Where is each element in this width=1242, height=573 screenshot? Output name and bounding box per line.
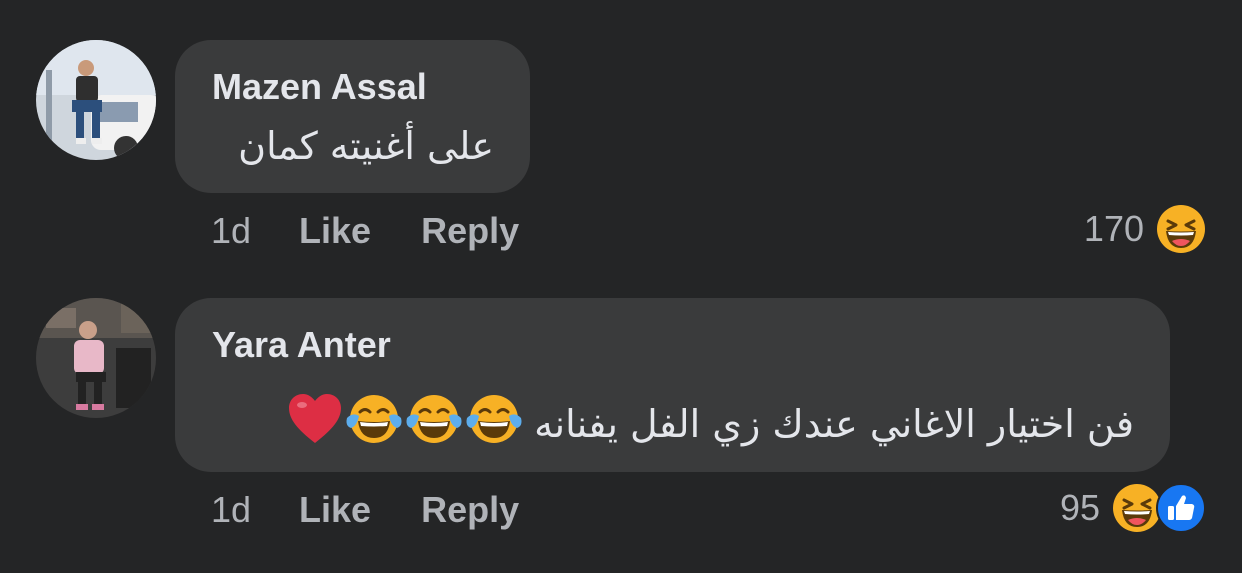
avatar[interactable]	[36, 298, 156, 418]
red-heart-icon	[287, 393, 343, 454]
like-button[interactable]: Like	[299, 489, 371, 531]
reaction-count: 95	[1059, 487, 1100, 528]
comment-text-row: فن اختيار الاغاني عندك زي الفل يفنانه	[286, 392, 1134, 455]
comment-bubble: Yara Anter فن اختيار الاغاني عندك زي الف…	[175, 298, 1170, 472]
tears-of-joy-icon	[405, 392, 463, 455]
comment-actions: 1d Like Reply	[211, 489, 519, 531]
comment-text: فن اختيار الاغاني عندك زي الفل يفنانه	[534, 401, 1134, 446]
reaction-summary[interactable]: 95	[1060, 483, 1206, 533]
author-name[interactable]: Yara Anter	[212, 324, 391, 366]
comment-yara-anter: Yara Anter فن اختيار الاغاني عندك زي الف…	[0, 0, 1242, 573]
tears-of-joy-icon	[465, 392, 523, 455]
tears-of-joy-icon	[345, 392, 403, 455]
reply-button[interactable]: Reply	[421, 489, 519, 531]
timestamp[interactable]: 1d	[211, 489, 251, 531]
haha-icon	[1113, 484, 1161, 532]
like-icon	[1156, 483, 1206, 533]
